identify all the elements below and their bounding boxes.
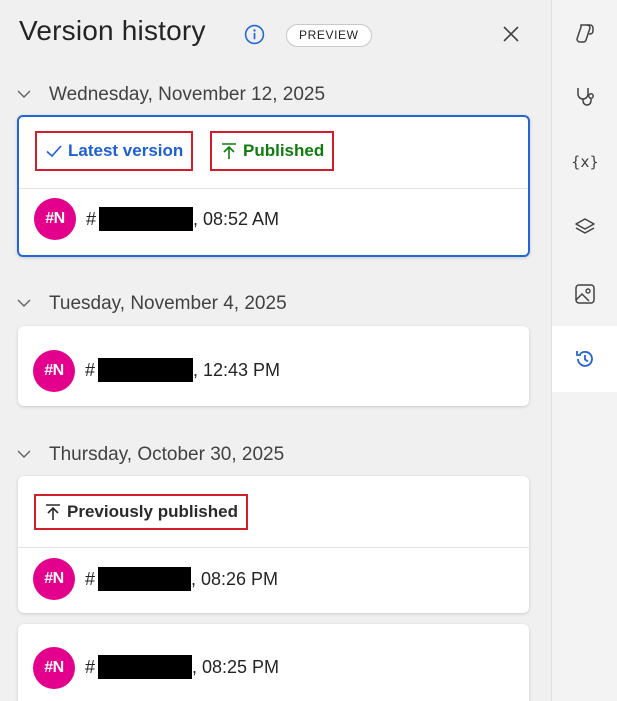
chevron-down-icon <box>17 450 31 458</box>
version-hash-prefix: # <box>85 360 96 380</box>
publish-icon <box>222 143 236 159</box>
version-history-button[interactable] <box>552 326 617 392</box>
layers-icon <box>575 218 595 234</box>
panel-title: Version history <box>19 15 206 46</box>
avatar: #N <box>33 350 75 392</box>
version-entry[interactable]: #N # , 08:26 PM <box>18 548 529 608</box>
side-rail: {x} <box>551 0 617 701</box>
diagnostics-button[interactable] <box>552 64 617 130</box>
latest-version-label: Latest version <box>68 141 184 160</box>
variables-button[interactable]: {x} <box>552 129 617 195</box>
version-card[interactable]: #N # , 08:25 PM <box>18 624 529 701</box>
avatar: #N <box>33 647 75 689</box>
stethoscope-icon <box>577 88 594 106</box>
avatar: #N <box>33 558 75 600</box>
version-tags: Previously published <box>18 476 529 548</box>
avatar: #N <box>34 198 76 240</box>
version-card[interactable]: Previously published #N # , 08:26 PM <box>18 476 529 613</box>
date-group-header[interactable]: Wednesday, November 12, 2025 <box>12 80 532 108</box>
version-entry[interactable]: #N # , 08:52 AM <box>19 189 528 249</box>
preview-badge: PREVIEW <box>286 24 372 47</box>
close-button[interactable] <box>499 22 523 46</box>
redacted-name <box>98 655 192 679</box>
panel-header: Version history PREVIEW <box>0 0 551 70</box>
published-tag: Published <box>210 131 335 171</box>
version-entry[interactable]: #N # , 12:43 PM <box>18 336 529 396</box>
version-timestamp: , 08:52 AM <box>193 209 280 229</box>
version-hash-prefix: # <box>85 569 96 589</box>
version-entry[interactable]: #N # , 08:25 PM <box>18 624 529 689</box>
previously-published-label: Previously published <box>67 502 238 521</box>
version-history-panel: Version history PREVIEW Wednesday, Novem… <box>0 0 551 701</box>
latest-version-tag: Latest version <box>35 131 194 171</box>
info-icon[interactable] <box>244 24 265 45</box>
version-card[interactable]: #N # , 12:43 PM <box>18 326 529 406</box>
checkmark-icon <box>46 145 62 158</box>
previously-published-tag: Previously published <box>34 494 248 530</box>
group-date: Tuesday, November 4, 2025 <box>49 293 287 314</box>
layers-button[interactable] <box>552 195 617 261</box>
version-card[interactable]: Latest version Published #N # , 08:52 AM <box>17 115 530 257</box>
version-timestamp: , 08:26 PM <box>191 569 279 589</box>
version-tags: Latest version Published <box>19 117 528 189</box>
chevron-down-icon <box>17 299 31 307</box>
media-icon <box>575 284 595 304</box>
version-hash-prefix: # <box>85 657 96 677</box>
group-date: Wednesday, November 12, 2025 <box>49 84 326 105</box>
date-group-header[interactable]: Tuesday, November 4, 2025 <box>12 289 532 317</box>
group-date: Thursday, October 30, 2025 <box>49 444 285 465</box>
copilot-icon <box>576 24 594 43</box>
publish-icon <box>46 504 60 520</box>
copilot-button[interactable] <box>552 0 617 66</box>
redacted-name <box>98 358 193 382</box>
history-icon <box>576 351 593 367</box>
variables-icon: {x} <box>571 153 599 171</box>
chevron-down-icon <box>17 90 31 98</box>
date-group-header[interactable]: Thursday, October 30, 2025 <box>12 440 532 468</box>
redacted-name <box>98 567 191 591</box>
redacted-name <box>99 207 193 231</box>
published-label: Published <box>243 141 325 160</box>
version-timestamp: , 12:43 PM <box>193 360 281 380</box>
version-timestamp: , 08:25 PM <box>192 657 280 677</box>
media-button[interactable] <box>552 261 617 327</box>
version-hash-prefix: # <box>86 209 97 229</box>
